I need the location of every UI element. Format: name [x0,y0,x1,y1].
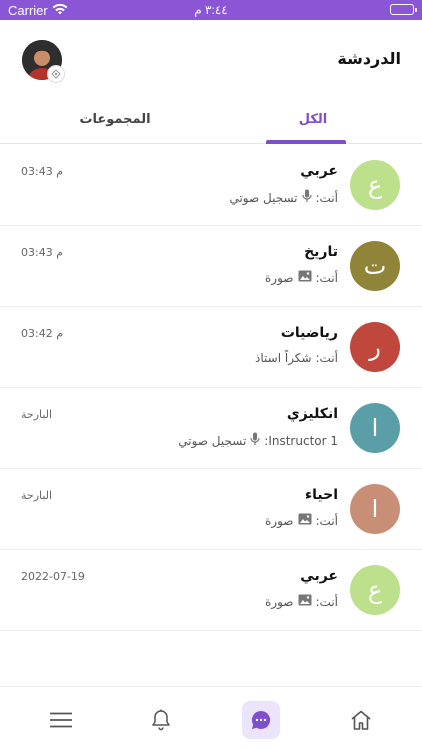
tab-indicator [266,140,346,144]
edit-badge-icon[interactable] [47,65,65,83]
status-time: ٣:٤٤ م [194,3,228,17]
chat-sender: Instructor 1: [264,433,338,448]
image-icon [298,594,312,609]
chat-time: 03:42 م [21,327,64,340]
tab-all[interactable]: الكل [233,100,393,144]
chat-preview-text: شكراً استاذ [255,351,312,365]
tab-groups[interactable]: المجموعات [35,100,195,144]
chat-time: 2022-07-19 [21,570,85,583]
chat-preview: أنت: تسجيل صوتي [229,189,338,206]
chat-preview-text: صورة [265,270,294,285]
chat-preview: Instructor 1: تسجيل صوتي [178,432,338,449]
home-icon[interactable] [342,701,380,739]
chat-time: 03:43 م [21,246,64,259]
menu-icon[interactable] [42,701,80,739]
chat-time: البارحة [21,489,53,502]
chat-row[interactable]: ر رياضيات أنت: شكراً استاذ 03:42 م [0,307,422,388]
chat-preview-text: صورة [265,513,294,528]
chat-row[interactable]: ع عربي أنت: تسجيل صوتي 03:43 م [0,145,422,226]
chat-preview: أنت: صورة [265,594,338,609]
chat-preview-text: تسجيل صوتي [229,190,298,205]
status-bar: Carrier ٣:٤٤ م [0,0,422,20]
chat-sender: أنت: [315,351,339,365]
chat-row[interactable]: ا احياء أنت: صورة البارحة [0,469,422,550]
bottom-nav [0,686,422,750]
chat-sender: أنت: [315,190,339,205]
chat-icon[interactable] [242,701,280,739]
chat-preview: أنت: صورة [265,270,338,285]
chat-name: انكليزي [286,406,338,422]
chat-preview-text: تسجيل صوتي [178,433,247,448]
chat-avatar: ر [350,322,400,372]
chat-name: رياضيات [280,325,338,341]
chat-sender: أنت: [315,270,339,285]
microphone-icon [250,432,260,449]
chat-list: ع عربي أنت: تسجيل صوتي 03:43 م ت تاريخ أ… [0,145,422,631]
chat-avatar: ا [350,403,400,453]
chat-preview: أنت: صورة [265,513,338,528]
chat-name: عربي [300,568,338,584]
chat-sender: أنت: [315,513,339,528]
chat-avatar: ع [350,565,400,615]
chat-name: احياء [304,487,338,503]
image-icon [298,513,312,528]
chat-row[interactable]: ع عربي أنت: صورة 2022-07-19 [0,550,422,631]
chat-row[interactable]: ا انكليزي Instructor 1: تسجيل صوتي البار… [0,388,422,469]
chat-preview: أنت: شكراً استاذ [255,351,338,365]
battery-icon [390,4,417,15]
chat-avatar: ع [350,160,400,210]
microphone-icon [301,189,312,206]
tab-bar: الكل المجموعات [0,100,422,144]
header: الدردشة [0,20,422,100]
image-icon [298,270,312,285]
chat-time: البارحة [21,408,53,421]
chat-time: 03:43 م [21,165,64,178]
chat-name: تاريخ [304,244,338,260]
chat-row[interactable]: ت تاريخ أنت: صورة 03:43 م [0,226,422,307]
chat-name: عربي [300,163,338,179]
chat-preview-text: صورة [265,594,294,609]
page-title: الدردشة [337,49,401,68]
chat-avatar: ا [350,484,400,534]
chat-sender: أنت: [315,594,339,609]
chat-avatar: ت [350,241,400,291]
bell-icon[interactable] [142,701,180,739]
